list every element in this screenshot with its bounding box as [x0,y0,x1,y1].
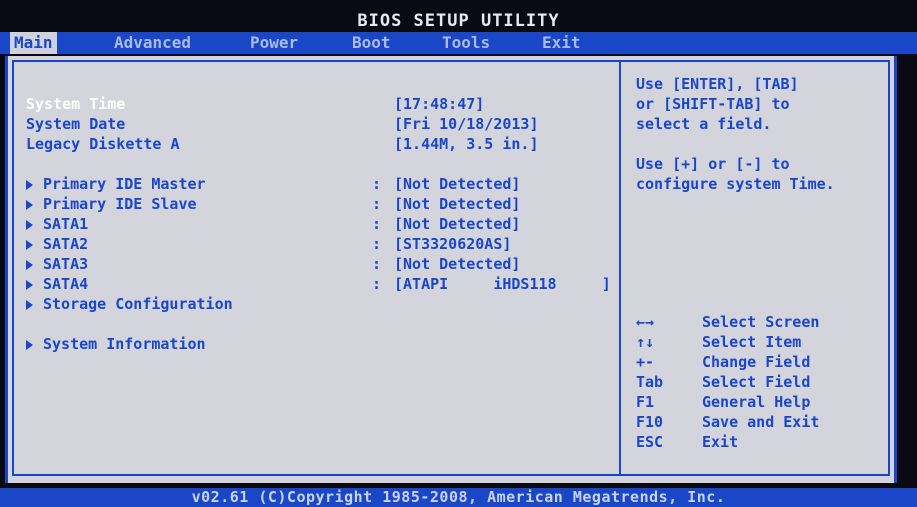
submenu-storage-configuration[interactable]: Storage Configuration [26,294,606,314]
device-value: [Not Detected] [394,195,521,213]
device-primary-ide-master[interactable]: Primary IDE Master : [Not Detected] [26,174,606,194]
help-line: Use [+] or [-] to [636,155,790,173]
submenu-arrow-icon [26,199,33,210]
device-sata1[interactable]: SATA1 : [Not Detected] [26,214,606,234]
device-primary-ide-slave[interactable]: Primary IDE Slave : [Not Detected] [26,194,606,214]
submenu-label: System Information [43,335,206,353]
separator: : [372,255,382,273]
device-sata2[interactable]: SATA2 : [ST3320620AS] [26,234,606,254]
system-time-value[interactable]: [17:48:47] [394,94,484,114]
submenu-system-information[interactable]: System Information [26,334,606,354]
device-label: SATA4 [43,275,89,293]
separator: : [372,275,382,293]
tab-tools[interactable]: Tools [442,32,490,54]
separator: : [372,215,382,233]
device-value: [Not Detected] [394,175,521,193]
key-desc: Save and Exit [702,413,820,431]
device-label: SATA3 [43,255,89,273]
key-desc: Select Item [702,333,802,351]
submenu-arrow-icon [26,239,33,250]
copyright-footer: v02.61 (C)Copyright 1985-2008, American … [0,488,917,507]
tab-power[interactable]: Power [250,32,298,54]
key-label: Tab [636,373,664,391]
submenu-arrow-icon [26,219,33,230]
key-desc: Exit [702,433,739,451]
device-value: [ST3320620AS] [394,235,512,253]
key-desc: Select Field [702,373,811,391]
device-label: SATA1 [43,215,89,233]
submenu-arrow-icon [26,279,33,290]
setting-system-time[interactable]: System Time [17:48:47] [26,94,606,114]
separator: : [372,175,382,193]
submenu-label: Storage Configuration [43,295,233,313]
help-line: configure system Time. [636,175,835,193]
submenu-arrow-icon [26,339,33,350]
device-label: Primary IDE Slave [43,195,197,213]
help-line: select a field. [636,115,772,133]
help-line: or [SHIFT-TAB] to [636,95,790,113]
bios-screen: BIOS SETUP UTILITY Main Advanced Power B… [0,0,917,507]
main-panel-frame: System Time [17:48:47] System Date [Fri … [12,60,890,476]
plus-minus-icon: +- [636,353,655,371]
device-sata4[interactable]: SATA4 : [ATAPI iHDS118 ] [26,274,611,294]
left-right-arrows-icon: ←→ [636,313,655,331]
submenu-arrow-icon [26,299,33,310]
submenu-arrow-icon [26,179,33,190]
help-line: Use [ENTER], [TAB] [636,75,799,93]
tab-main[interactable]: Main [10,32,57,54]
separator: : [372,235,382,253]
setting-legacy-diskette[interactable]: Legacy Diskette A [1.44M, 3.5 in.] [26,134,606,154]
device-value: [ATAPI iHDS118 ] [394,275,611,293]
system-time-label: System Time [26,95,126,113]
submenu-arrow-icon [26,259,33,270]
key-label: F10 [636,413,664,431]
device-label: SATA2 [43,235,89,253]
key-desc: General Help [702,393,811,411]
tab-exit[interactable]: Exit [542,32,581,54]
system-date-label: System Date [26,115,126,133]
tab-boot[interactable]: Boot [352,32,391,54]
device-value: [Not Detected] [394,215,521,233]
legacy-diskette-value[interactable]: [1.44M, 3.5 in.] [394,134,539,154]
setting-system-date[interactable]: System Date [Fri 10/18/2013] [26,114,606,134]
up-down-arrows-icon: ↑↓ [636,333,655,351]
key-desc: Select Screen [702,313,820,331]
key-label: ESC [636,433,664,451]
device-label: Primary IDE Master [43,175,206,193]
bios-title: BIOS SETUP UTILITY [357,11,560,31]
legacy-diskette-label: Legacy Diskette A [26,135,180,153]
main-panel: System Time [17:48:47] System Date [Fri … [5,56,897,483]
device-value: [Not Detected] [394,255,521,273]
system-date-value[interactable]: [Fri 10/18/2013] [394,114,539,134]
menu-bar: Main Advanced Power Boot Tools Exit [0,32,917,54]
device-sata3[interactable]: SATA3 : [Not Detected] [26,254,606,274]
key-label: F1 [636,393,655,411]
separator: : [372,195,382,213]
tab-advanced[interactable]: Advanced [114,32,191,54]
key-desc: Change Field [702,353,811,371]
panel-divider [619,62,621,474]
